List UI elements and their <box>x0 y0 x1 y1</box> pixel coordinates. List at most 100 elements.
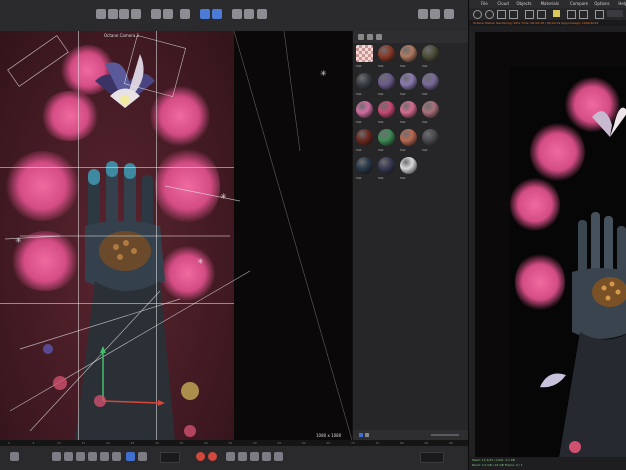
send-scene-icon[interactable] <box>473 10 482 19</box>
material-swatch[interactable] <box>400 157 417 174</box>
key-rotation-icon[interactable] <box>238 452 247 461</box>
view-mode-select[interactable] <box>607 10 623 17</box>
edit-icon[interactable] <box>367 34 373 40</box>
memory-readout: Mesh: 12 4/25 / total: 4.1 KB <box>472 458 515 462</box>
lock-icon[interactable] <box>151 9 161 19</box>
grid-icon[interactable] <box>212 9 222 19</box>
material-swatch[interactable] <box>422 129 439 146</box>
render-view-icon[interactable] <box>108 9 118 19</box>
material-swatch[interactable] <box>378 101 395 118</box>
material-swatch[interactable] <box>356 129 373 146</box>
material-label: Mat <box>356 64 362 68</box>
material-label: Mat <box>378 64 384 68</box>
region-icon[interactable] <box>525 10 534 19</box>
camera-label: Octane Camera.1 <box>104 33 140 38</box>
material-swatch[interactable] <box>400 45 417 62</box>
playback-speed-icon[interactable] <box>138 452 147 461</box>
timeline-tick-label: 90 <box>449 441 453 445</box>
menu-item-options[interactable]: Options <box>594 1 609 6</box>
material-swatch[interactable] <box>422 101 439 118</box>
material-swatch[interactable] <box>356 45 373 62</box>
hand-sculpture <box>558 212 626 462</box>
render-viewport[interactable] <box>475 32 626 462</box>
split-view-icon[interactable] <box>430 9 440 19</box>
record-icon[interactable] <box>196 452 205 461</box>
maximize-icon[interactable] <box>257 9 267 19</box>
undo-icon[interactable] <box>96 9 106 19</box>
filter-icon[interactable] <box>232 9 242 19</box>
prev-frame-icon[interactable] <box>76 452 85 461</box>
zoom-slider[interactable] <box>431 434 459 436</box>
material-swatch[interactable] <box>400 73 417 90</box>
material-label: Mat <box>400 64 406 68</box>
svg-text:✳: ✳ <box>197 257 204 266</box>
menu-item-compare[interactable]: Compare <box>570 1 588 6</box>
snap-icon[interactable] <box>200 9 210 19</box>
goto-end-icon[interactable] <box>112 452 121 461</box>
render-region-icon[interactable] <box>119 9 129 19</box>
restart-icon[interactable] <box>485 10 494 19</box>
display-mode-icon[interactable] <box>180 9 190 19</box>
add-icon[interactable] <box>358 34 364 40</box>
material-swatch[interactable] <box>400 129 417 146</box>
lock-icon[interactable] <box>537 10 546 19</box>
material-swatch[interactable] <box>400 101 417 118</box>
material-swatch[interactable] <box>356 101 373 118</box>
material-swatch[interactable] <box>356 157 373 174</box>
svg-text:✳: ✳ <box>320 69 327 78</box>
settings-icon[interactable] <box>553 10 560 17</box>
material-swatch[interactable] <box>356 73 373 90</box>
material-label: Mat <box>422 64 428 68</box>
info-icon[interactable] <box>595 10 604 19</box>
list-view-icon[interactable] <box>359 433 363 437</box>
material-swatch[interactable] <box>422 45 439 62</box>
play-icon[interactable] <box>88 452 97 461</box>
timeline-tick-label: 30 <box>155 441 159 445</box>
stop-icon[interactable] <box>497 10 506 19</box>
layers-icon[interactable] <box>163 9 173 19</box>
prev-key-icon[interactable] <box>64 452 73 461</box>
blossom-cluster <box>530 122 585 182</box>
material-label: Mat <box>422 120 428 124</box>
next-frame-icon[interactable] <box>100 452 109 461</box>
material-swatch[interactable] <box>378 129 395 146</box>
key-position-icon[interactable] <box>226 452 235 461</box>
key-scale-icon[interactable] <box>250 452 259 461</box>
key-pla-icon[interactable] <box>274 452 283 461</box>
material-label: Mat <box>400 120 406 124</box>
save-icon[interactable] <box>567 10 576 19</box>
lock-view-icon[interactable] <box>418 9 428 19</box>
fps-field[interactable] <box>420 452 444 463</box>
grid-view-icon[interactable] <box>365 433 369 437</box>
material-swatch[interactable] <box>378 45 395 62</box>
close-view-icon[interactable] <box>444 9 454 19</box>
clay-icon[interactable] <box>579 10 588 19</box>
loop-icon[interactable] <box>126 452 135 461</box>
camera-icon[interactable] <box>131 9 141 19</box>
timeline-options-icon[interactable] <box>10 452 19 461</box>
filter-icon[interactable] <box>376 34 382 40</box>
material-label: Mat <box>356 176 362 180</box>
menu-item-materials[interactable]: Materials <box>541 1 559 6</box>
current-frame-field[interactable] <box>160 452 180 463</box>
viewport[interactable]: ✳ ✳ ✳ ✳ Octane Camera.1 1080 x 1080 <box>0 31 352 440</box>
material-swatch[interactable] <box>422 73 439 90</box>
material-label: Mat <box>356 148 362 152</box>
menu-item-help[interactable]: Help <box>618 1 626 6</box>
goto-start-icon[interactable] <box>52 452 61 461</box>
material-label: Mat <box>378 120 384 124</box>
menu-item-cloud[interactable]: Cloud <box>497 1 508 6</box>
view-options-icon[interactable] <box>244 9 254 19</box>
c4d-window: ✳ ✳ ✳ ✳ Octane Camera.1 1080 x 1080 Mat … <box>0 0 469 470</box>
material-swatch[interactable] <box>378 157 395 174</box>
pause-icon[interactable] <box>509 10 518 19</box>
material-label: Mat <box>400 92 406 96</box>
frame-readout: Rend: 1.0 GB / 24 GB Frame: 0 / 1 <box>472 463 523 467</box>
render-footer: Mesh: 12 4/25 / total: 4.1 KB Rend: 1.0 … <box>469 457 626 470</box>
menu-item-objects[interactable]: Objects <box>516 1 531 6</box>
auto-key-icon[interactable] <box>208 452 217 461</box>
menu-item-file[interactable]: File <box>481 1 488 6</box>
material-swatch[interactable] <box>378 73 395 90</box>
key-param-icon[interactable] <box>262 452 271 461</box>
timeline-tick-label: 10 <box>57 441 61 445</box>
